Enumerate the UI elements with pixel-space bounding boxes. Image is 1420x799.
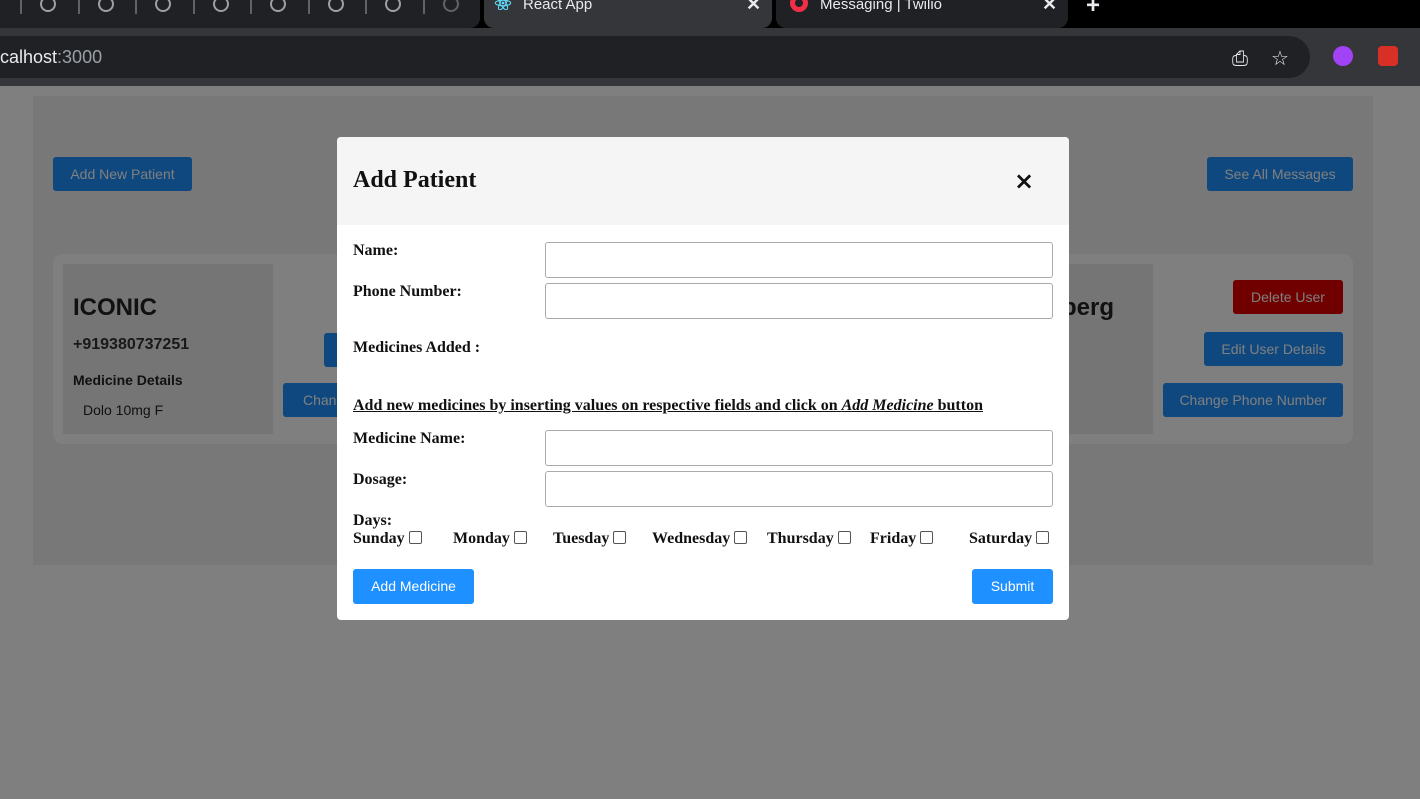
thursday-checkbox[interactable]: [837, 530, 851, 544]
tab-separator: [308, 0, 310, 14]
url-text: calhost:3000: [0, 47, 103, 67]
tab-separator: [250, 0, 252, 14]
modal-title: Add Patient: [353, 167, 477, 193]
close-tab-icon[interactable]: ✕: [746, 0, 761, 15]
pinned-tab[interactable]: [250, 0, 307, 28]
add-patient-modal: Add Patient × Name: Phone Number: Medici…: [337, 137, 1069, 620]
friday-checkbox[interactable]: [920, 530, 934, 544]
twilio-icon: [790, 0, 808, 12]
close-tab-icon[interactable]: ✕: [1042, 0, 1057, 15]
day-saturday: Saturday: [969, 530, 1050, 548]
medicine-name-input[interactable]: [545, 430, 1053, 466]
name-label: Name:: [353, 242, 399, 259]
globe-icon: [213, 0, 229, 12]
instruction-text: Add new medicines by inserting values on…: [353, 397, 983, 414]
react-icon: [494, 0, 512, 10]
tab-separator: [78, 0, 80, 14]
phone-number-label: Phone Number:: [353, 283, 462, 300]
pinned-tab[interactable]: [308, 0, 365, 28]
tab-separator: [193, 0, 195, 14]
tab-separator: [423, 0, 425, 14]
extension-icon[interactable]: [1333, 46, 1353, 66]
day-sunday: Sunday: [353, 530, 422, 548]
new-tab-icon[interactable]: +: [1086, 0, 1100, 20]
day-tuesday: Tuesday: [553, 530, 627, 548]
medicine-name-label: Medicine Name:: [353, 430, 466, 447]
browser-toolbar: calhost:3000 ⎙ ☆: [0, 28, 1420, 86]
pinned-tab[interactable]: [193, 0, 250, 28]
days-label: Days:: [353, 512, 393, 529]
day-thursday: Thursday: [767, 530, 851, 548]
pinned-tab[interactable]: [135, 0, 192, 28]
submit-button[interactable]: Submit: [972, 569, 1053, 604]
modal-header: Add Patient ×: [337, 137, 1069, 225]
saturday-checkbox[interactable]: [1036, 530, 1050, 544]
globe-icon: [270, 0, 286, 12]
dosage-input[interactable]: [545, 471, 1053, 507]
monday-checkbox[interactable]: [513, 530, 527, 544]
add-medicine-button[interactable]: Add Medicine: [353, 569, 474, 604]
globe-icon: [385, 0, 401, 12]
globe-icon: [155, 0, 171, 12]
tab-title: Messaging | Twilio: [820, 0, 943, 13]
tab-separator: [135, 0, 137, 14]
medicines-added-label: Medicines Added :: [353, 339, 481, 356]
tuesday-checkbox[interactable]: [613, 530, 627, 544]
github-icon: [443, 0, 459, 12]
phone-number-input[interactable]: [545, 283, 1053, 319]
pinned-tab[interactable]: [365, 0, 422, 28]
tab-react-app[interactable]: React App ✕: [484, 0, 772, 28]
tab-title: React App: [523, 0, 593, 13]
day-monday: Monday: [453, 530, 527, 548]
globe-icon: [98, 0, 114, 12]
day-wednesday: Wednesday: [652, 530, 748, 548]
tab-twilio[interactable]: Messaging | Twilio ✕: [776, 0, 1068, 28]
globe-icon: [328, 0, 344, 12]
browser-tabstrip: React App ✕ Messaging | Twilio ✕ +: [0, 0, 1420, 28]
pinned-tab-github[interactable]: [423, 0, 480, 28]
globe-icon: [40, 0, 56, 12]
close-icon[interactable]: ×: [1014, 167, 1034, 195]
pinned-tab[interactable]: [78, 0, 135, 28]
tab-separator: [365, 0, 367, 14]
sunday-checkbox[interactable]: [408, 530, 422, 544]
dosage-label: Dosage:: [353, 471, 408, 488]
tab-separator: [20, 0, 22, 14]
wednesday-checkbox[interactable]: [734, 530, 748, 544]
extension-icon[interactable]: [1378, 46, 1398, 66]
pinned-tab-group: [0, 0, 480, 28]
install-app-icon[interactable]: ⎙: [1229, 48, 1251, 70]
address-bar[interactable]: calhost:3000 ⎙ ☆: [0, 36, 1310, 78]
bookmark-star-icon[interactable]: ☆: [1269, 48, 1291, 70]
name-input[interactable]: [545, 242, 1053, 278]
pinned-tab[interactable]: [20, 0, 77, 28]
day-friday: Friday: [870, 530, 934, 548]
